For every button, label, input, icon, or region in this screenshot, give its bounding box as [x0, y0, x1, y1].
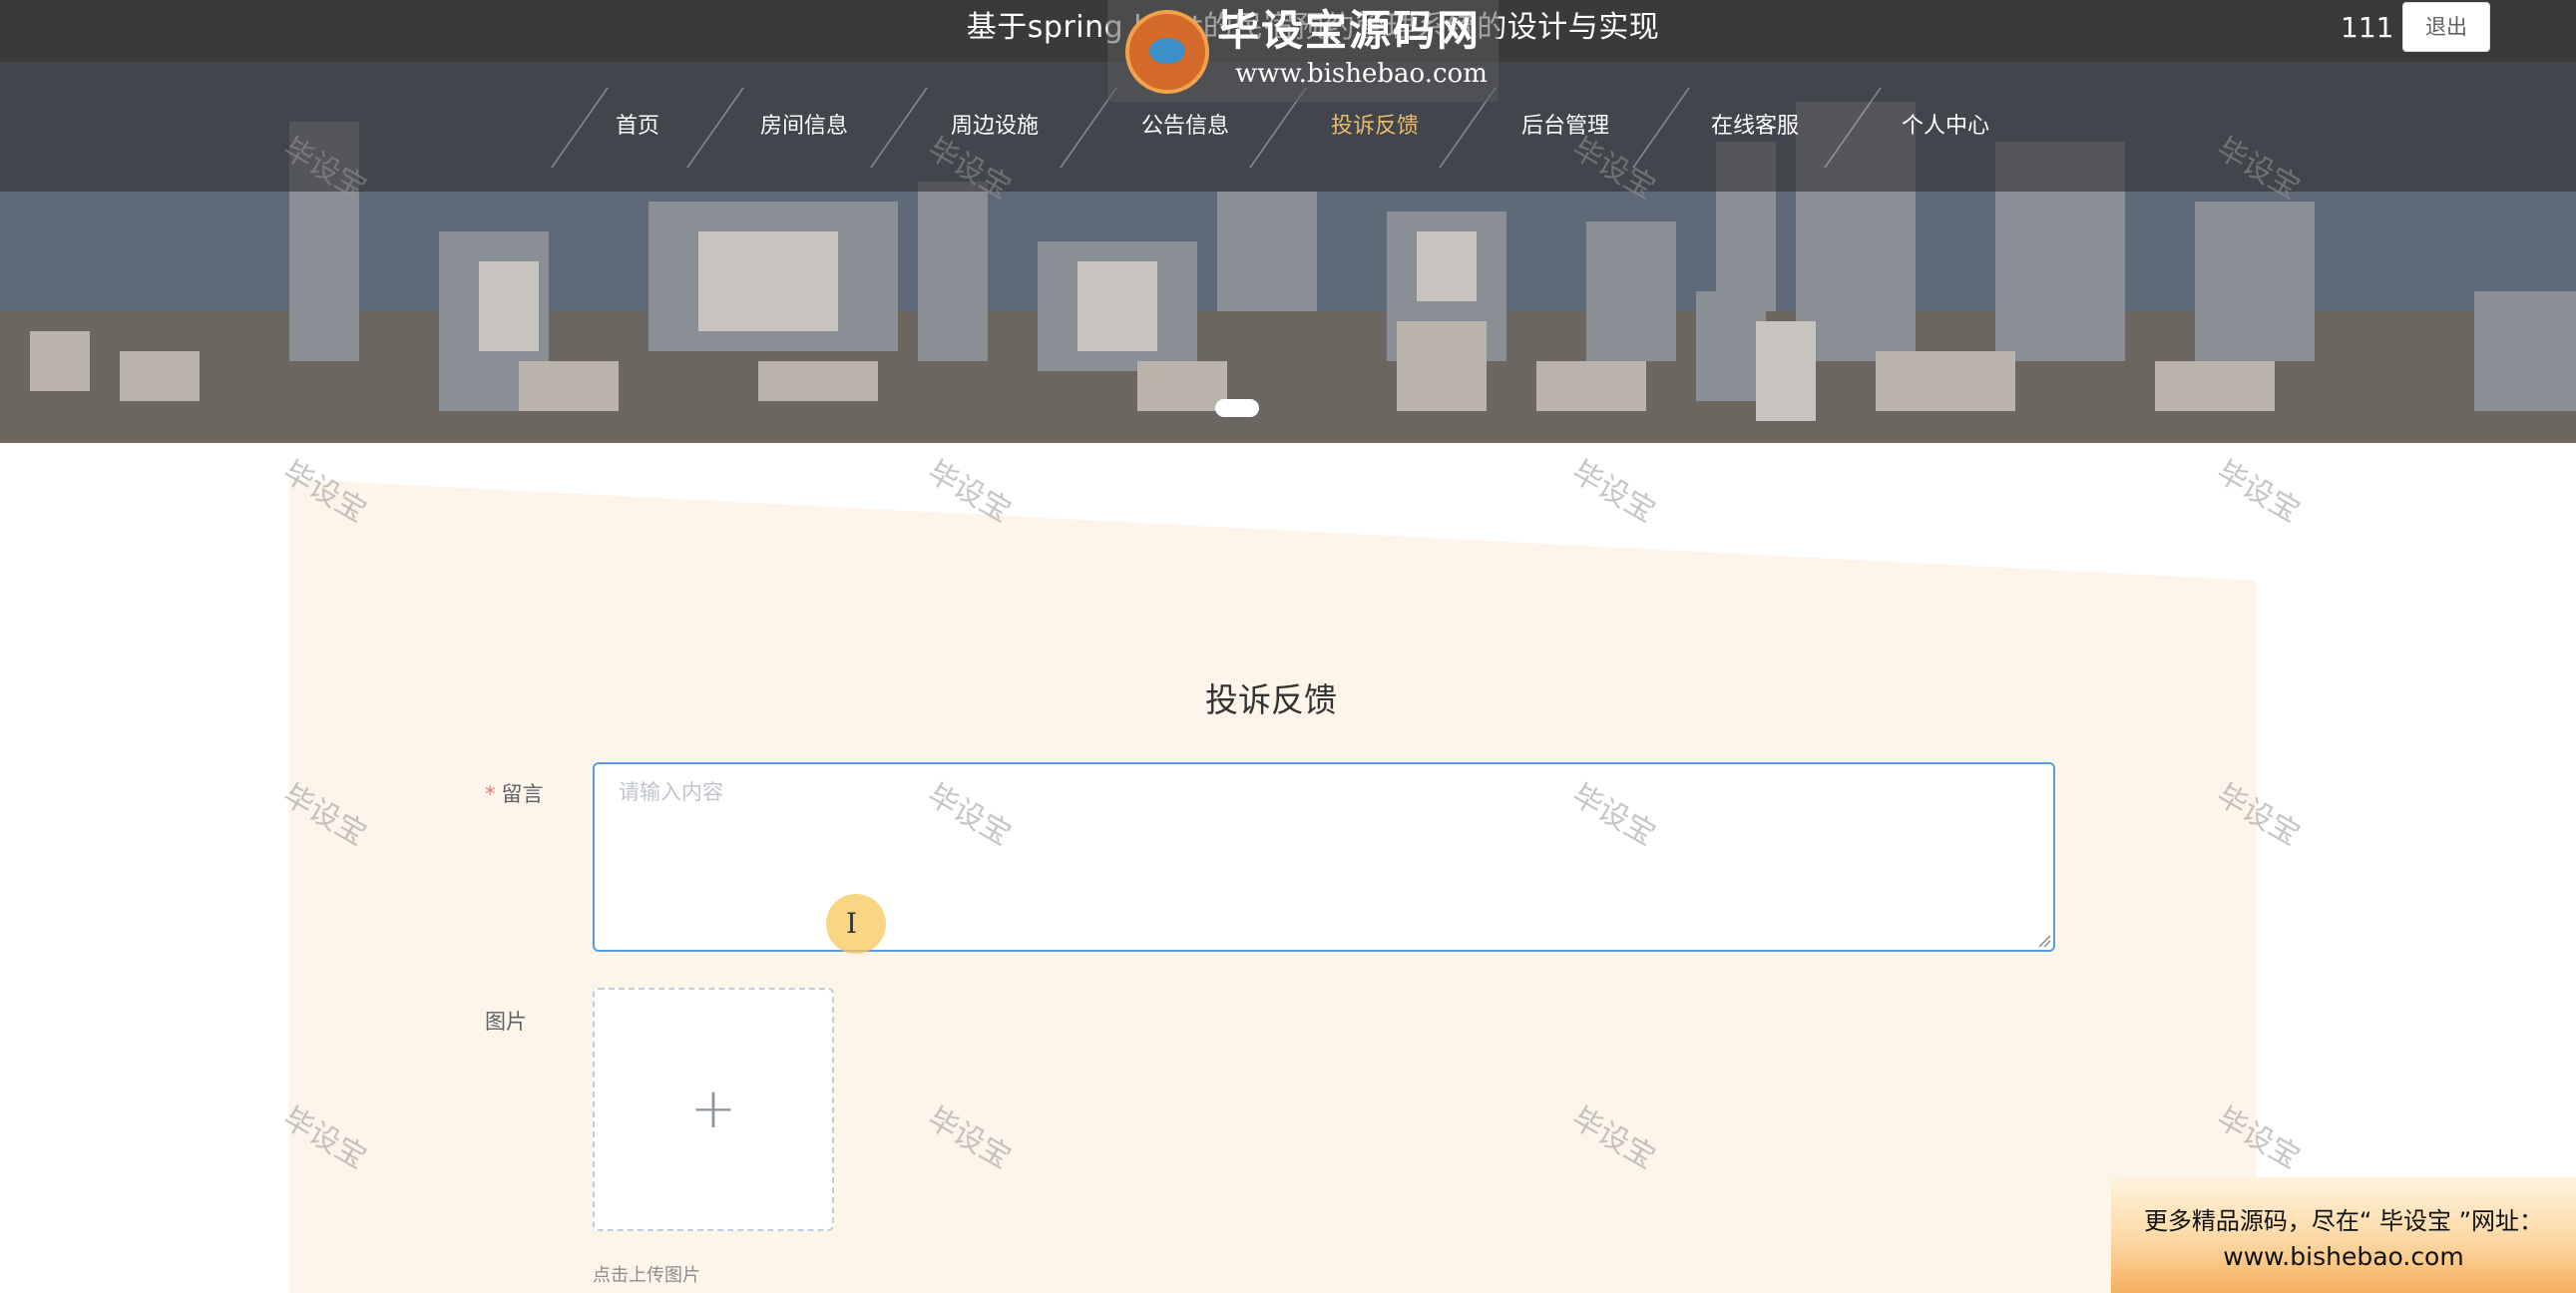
logo-icon	[1125, 10, 1209, 94]
nav-item-home[interactable]: 首页	[543, 62, 732, 192]
promo-url: www.bishebao.com	[2223, 1242, 2464, 1271]
image-label: 图片	[485, 1010, 527, 1034]
watermark-logo-title: 毕设宝源码网	[1217, 6, 1482, 55]
nav-item-personal-center[interactable]: 个人中心	[1851, 62, 2040, 192]
required-mark: *	[485, 782, 496, 806]
resize-handle-icon[interactable]	[2037, 934, 2051, 948]
upload-tip: 点击上传图片	[593, 1265, 700, 1286]
image-upload-button[interactable]: +	[593, 988, 834, 1231]
nav-item-rooms[interactable]: 房间信息	[709, 62, 899, 192]
watermark-logo: 毕设宝源码网 www.bishebao.com	[1107, 0, 1499, 102]
page: 首页 房间信息 周边设施 公告信息 投诉反馈 后台管理 在线客服 个人中心 基于…	[0, 0, 2576, 1293]
text-cursor-icon: I	[846, 907, 858, 940]
username-label: 111	[2341, 11, 2394, 44]
promo-banner[interactable]: 更多精品源码，尽在“ 毕设宝 ”网址： www.bishebao.com	[2111, 1177, 2576, 1293]
message-label-text: 留言	[501, 782, 544, 806]
nav-item-online-service[interactable]: 在线客服	[1660, 62, 1850, 192]
message-label: * 留言	[485, 778, 544, 810]
promo-text: 更多精品源码，尽在“ 毕设宝 ”网址：	[2143, 1207, 2544, 1235]
message-textarea[interactable]	[593, 762, 2055, 952]
watermark-logo-url: www.bishebao.com	[1235, 59, 1488, 89]
logo-icon-inner	[1149, 38, 1185, 64]
plus-icon: +	[689, 1077, 737, 1141]
carousel-indicator[interactable]	[1215, 399, 1259, 417]
form-title: 投诉反馈	[1205, 680, 1337, 719]
logout-button[interactable]: 退出	[2402, 2, 2490, 52]
